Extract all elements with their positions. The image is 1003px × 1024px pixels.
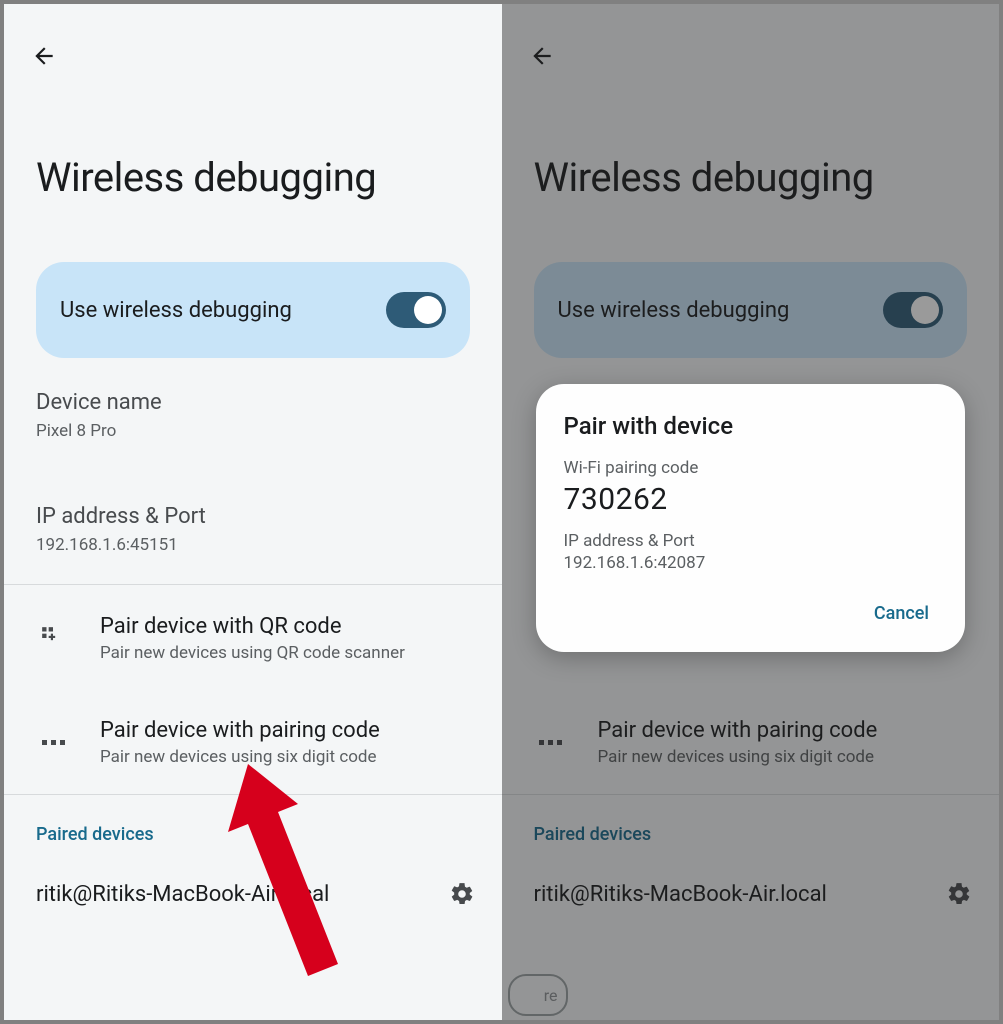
ip-port-label: IP address & Port [36, 504, 470, 529]
ip-port-value: 192.168.1.6:45151 [36, 535, 470, 555]
device-name-label: Device name [36, 390, 470, 415]
arrow-left-icon [31, 43, 57, 69]
device-settings-button[interactable] [442, 874, 482, 914]
pair-code-subtitle: Pair new devices using six digit code [100, 747, 380, 767]
device-name-value: Pixel 8 Pro [36, 421, 470, 441]
right-screenshot: Wireless debugging Use wireless debuggin… [502, 0, 1003, 1024]
divider [4, 584, 502, 585]
qr-code-icon [32, 617, 74, 659]
ip-port-block: IP address & Port 192.168.1.6:45151 [36, 504, 470, 555]
cancel-button[interactable]: Cancel [866, 593, 937, 634]
toggle-switch[interactable] [386, 292, 446, 328]
left-screenshot: Wireless debugging Use wireless debuggin… [0, 0, 502, 1024]
pair-code-row[interactable]: Pair device with pairing code Pair new d… [4, 692, 502, 792]
pair-code-title: Pair device with pairing code [100, 718, 380, 743]
dialog-ip-label: IP address & Port [564, 531, 938, 551]
dialog-pairing-code-label: Wi-Fi pairing code [564, 458, 938, 478]
paired-devices-label: Paired devices [36, 824, 154, 845]
toggle-thumb [414, 296, 442, 324]
divider [4, 794, 502, 795]
pair-qr-subtitle: Pair new devices using QR code scanner [100, 643, 405, 663]
toggle-label: Use wireless debugging [60, 298, 292, 323]
pair-with-device-dialog: Pair with device Wi-Fi pairing code 7302… [536, 384, 966, 652]
gear-icon [449, 881, 475, 907]
wireless-debugging-toggle-card[interactable]: Use wireless debugging [36, 262, 470, 358]
device-name-block: Device name Pixel 8 Pro [36, 390, 470, 441]
pair-qr-row[interactable]: Pair device with QR code Pair new device… [4, 588, 502, 688]
pair-qr-title: Pair device with QR code [100, 614, 405, 639]
dialog-ip-value: 192.168.1.6:42087 [564, 553, 938, 573]
dialog-title: Pair with device [564, 412, 938, 440]
paired-device-name: ritik@Ritiks-MacBook-Air.local [36, 882, 329, 907]
page-title: Wireless debugging [36, 154, 376, 201]
dialog-pairing-code-value: 730262 [564, 482, 938, 517]
back-button[interactable] [28, 40, 60, 72]
paired-device-row[interactable]: ritik@Ritiks-MacBook-Air.local [36, 870, 482, 918]
pairing-code-icon [32, 721, 74, 763]
